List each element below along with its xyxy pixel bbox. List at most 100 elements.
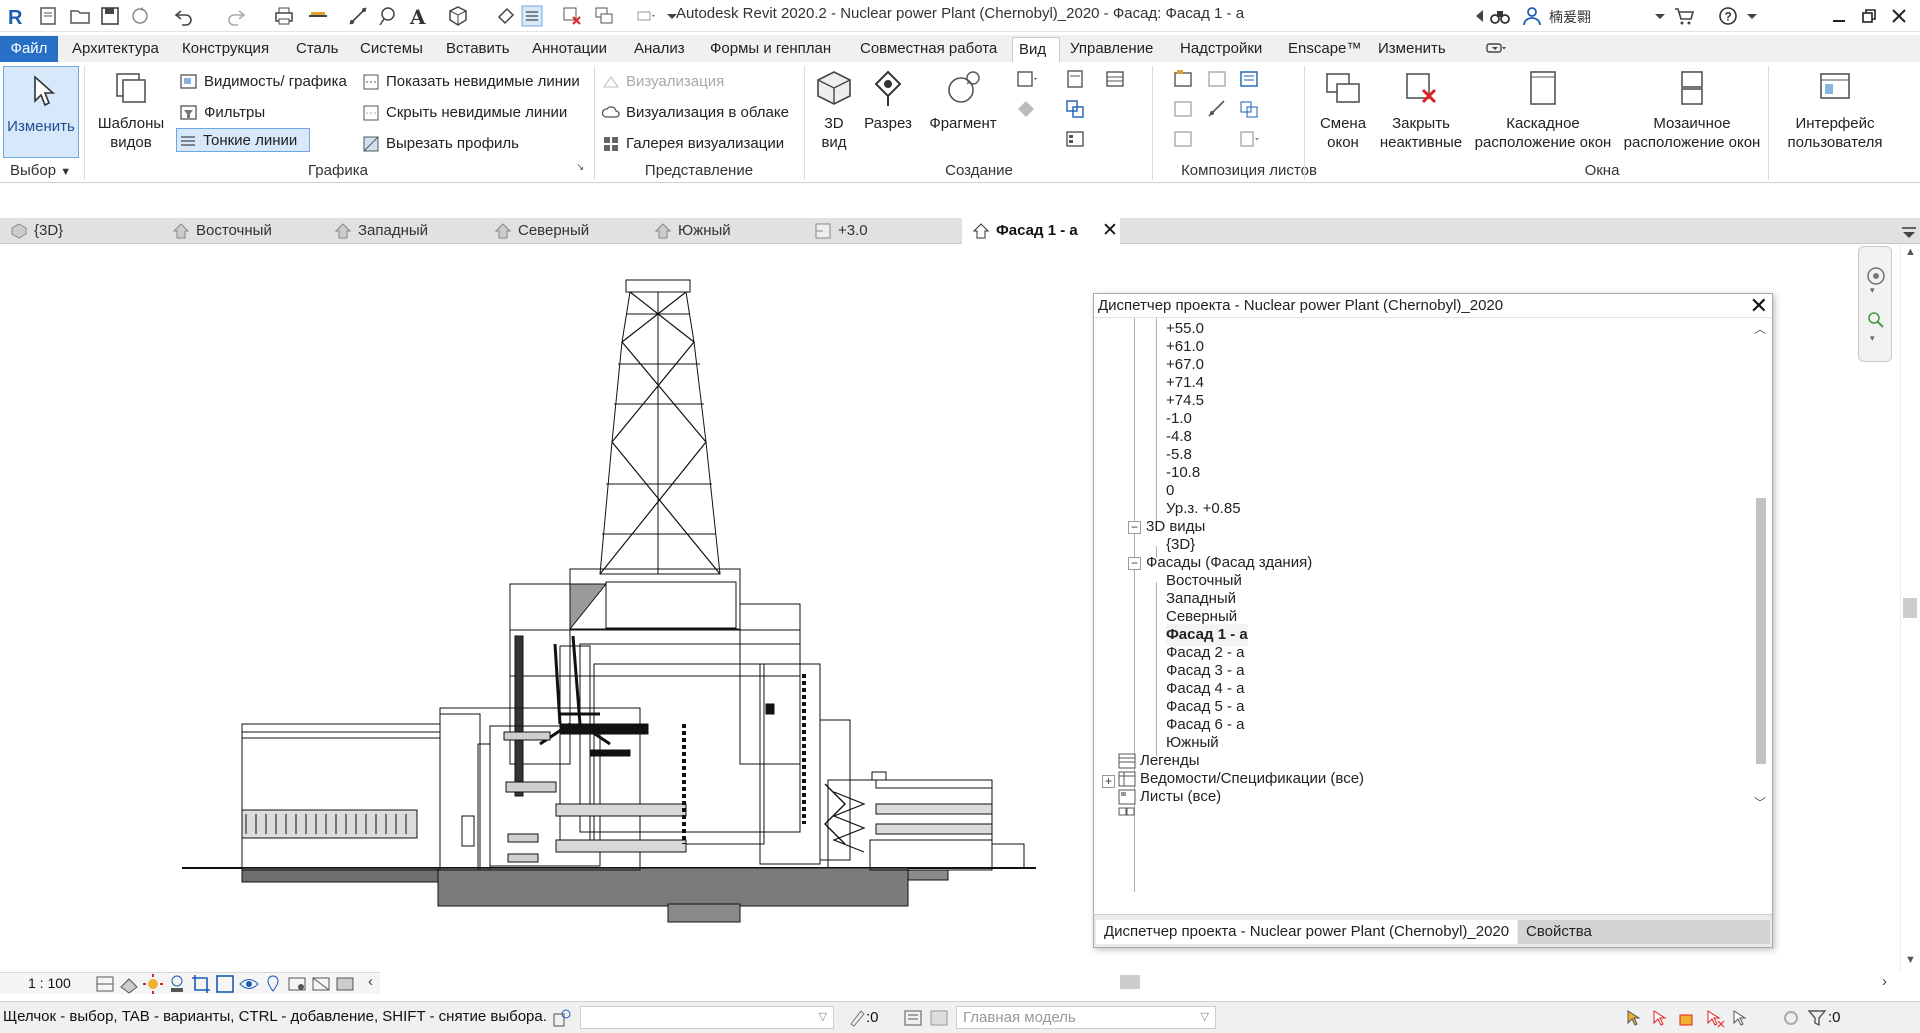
plan-views-icon[interactable] bbox=[1015, 68, 1037, 90]
exclude-options-icon[interactable] bbox=[928, 1007, 950, 1029]
show-hidden-lines-button[interactable]: Показать невидимые линии bbox=[360, 70, 580, 94]
tab-architecture[interactable]: Архитектура bbox=[66, 37, 165, 61]
h-scroll-thumb[interactable] bbox=[1120, 975, 1140, 989]
tab-view[interactable]: Вид bbox=[1012, 37, 1060, 64]
legends-icon[interactable] bbox=[1064, 128, 1086, 150]
default-3d-view-icon[interactable] bbox=[446, 4, 470, 28]
temporary-hide-icon[interactable] bbox=[238, 973, 259, 991]
design-option-selector[interactable]: Главная модель ▽ bbox=[956, 1006, 1216, 1029]
panel-select-label[interactable]: Выбор ▼ bbox=[0, 160, 80, 182]
user-account-icon[interactable] bbox=[1520, 4, 1544, 28]
switch-windows-button[interactable]: Смена окон bbox=[1310, 66, 1376, 152]
canvas-horizontal-scrollbar[interactable]: › bbox=[380, 973, 1900, 993]
redo-icon[interactable] bbox=[224, 4, 248, 28]
tree-collapse-toggle[interactable]: − bbox=[1128, 557, 1141, 570]
help-dropdown-icon[interactable] bbox=[1740, 4, 1764, 28]
doc-tab-3d[interactable]: {3D} bbox=[0, 218, 162, 244]
thin-lines-button[interactable]: Тонкие линии bbox=[176, 128, 310, 152]
thin-lines-icon[interactable] bbox=[520, 4, 544, 28]
tab-file[interactable]: Файл bbox=[0, 36, 58, 62]
scroll-right-icon[interactable]: › bbox=[1882, 973, 1887, 990]
zoom-region-icon[interactable] bbox=[1865, 309, 1887, 331]
modify-button[interactable]: Изменить bbox=[3, 66, 79, 158]
section-button[interactable]: Разрез bbox=[860, 66, 916, 133]
viewports-icon[interactable] bbox=[1172, 128, 1194, 150]
tree-sheets[interactable]: Листы (все) bbox=[1140, 786, 1221, 808]
user-interface-button[interactable]: Интерфейс пользователя bbox=[1776, 66, 1894, 152]
tab-insert[interactable]: Вставить bbox=[440, 37, 516, 61]
crop-view-icon[interactable] bbox=[190, 973, 210, 993]
scroll-up-icon[interactable]: ︿ bbox=[1754, 320, 1766, 337]
browser-scrollbar[interactable]: ︿ ﹀ bbox=[1748, 318, 1772, 914]
revisions-icon[interactable] bbox=[1238, 68, 1260, 90]
drag-elements-icon[interactable] bbox=[1730, 1007, 1752, 1029]
doc-tab-level[interactable]: +3.0 bbox=[804, 218, 962, 244]
render-button[interactable]: Визуализация bbox=[600, 70, 724, 94]
close-icon[interactable]: ✕ bbox=[1750, 295, 1768, 317]
nav-dropdown-icon[interactable]: ▾ bbox=[1870, 285, 1875, 296]
title-block-icon[interactable] bbox=[1206, 68, 1228, 90]
filters-button[interactable]: Фильтры bbox=[178, 101, 265, 125]
open-folder-icon[interactable] bbox=[68, 4, 92, 28]
close-window-button[interactable] bbox=[1882, 2, 1916, 30]
visibility-graphics-button[interactable]: Видимость/ графика bbox=[178, 70, 347, 94]
project-browser-title[interactable]: Диспетчер проекта - Nuclear power Plant … bbox=[1094, 294, 1772, 318]
editable-only-icon[interactable] bbox=[846, 1007, 868, 1029]
background-process-icon[interactable] bbox=[1780, 1007, 1802, 1029]
tab-massing-site[interactable]: Формы и генплан bbox=[704, 37, 837, 61]
select-links-icon[interactable] bbox=[1624, 1007, 1646, 1029]
tag-icon[interactable] bbox=[376, 4, 400, 28]
cut-profile-button[interactable]: Вырезать профиль bbox=[360, 132, 519, 156]
sun-path-icon[interactable] bbox=[142, 973, 163, 994]
footer-tab-properties[interactable]: Свойства bbox=[1518, 920, 1770, 944]
shadows-icon[interactable] bbox=[166, 973, 184, 992]
close-tab-icon[interactable]: ✕ bbox=[1102, 218, 1118, 244]
select-by-face-icon[interactable] bbox=[1704, 1007, 1726, 1029]
callout-button[interactable]: Фрагмент bbox=[922, 66, 1004, 133]
minimize-button[interactable] bbox=[1822, 2, 1856, 30]
view-scale[interactable]: 1 : 100 bbox=[28, 975, 71, 991]
zoom-dropdown-icon[interactable]: ▾ bbox=[1870, 333, 1875, 344]
print-icon[interactable] bbox=[272, 4, 296, 28]
sync-icon[interactable] bbox=[128, 4, 152, 28]
steering-wheel-icon[interactable] bbox=[1865, 265, 1887, 287]
matchline-icon[interactable] bbox=[1206, 98, 1228, 120]
user-dropdown-icon[interactable] bbox=[1648, 4, 1672, 28]
restore-button[interactable] bbox=[1852, 2, 1886, 30]
revit-logo-icon[interactable]: R bbox=[4, 4, 28, 28]
help-icon[interactable]: ? bbox=[1716, 4, 1740, 28]
guide-grid-icon[interactable] bbox=[1172, 98, 1194, 120]
store-cart-icon[interactable] bbox=[1672, 4, 1696, 28]
tab-analyze[interactable]: Анализ bbox=[628, 37, 691, 61]
visual-style-icon[interactable] bbox=[118, 973, 138, 994]
worksharing-icon[interactable] bbox=[551, 1007, 573, 1029]
tab-enscape[interactable]: Enscape™ bbox=[1282, 37, 1367, 61]
render-gallery-button[interactable]: Галерея визуализации bbox=[600, 132, 784, 156]
text-icon[interactable]: A bbox=[406, 4, 430, 28]
save-icon[interactable] bbox=[98, 4, 122, 28]
elevation-icon[interactable] bbox=[1015, 98, 1037, 120]
tab-structure[interactable]: Конструкция bbox=[176, 37, 275, 61]
workset-selector[interactable]: ▽ bbox=[580, 1006, 834, 1029]
cascade-windows-button[interactable]: Каскадное расположение окон bbox=[1470, 66, 1616, 152]
tree-expand-toggle[interactable]: + bbox=[1102, 775, 1115, 788]
open-document-icon[interactable] bbox=[36, 4, 60, 28]
scroll-up-icon[interactable]: ▲ bbox=[1905, 246, 1916, 258]
design-options-icon[interactable] bbox=[902, 1007, 924, 1029]
graphics-dialog-launcher-icon[interactable]: ↘ bbox=[576, 162, 588, 174]
remove-hidden-lines-button[interactable]: Скрыть невидимые линии bbox=[360, 101, 567, 125]
tree-collapse-toggle[interactable]: − bbox=[1128, 521, 1141, 534]
scroll-left-icon[interactable]: ‹ bbox=[368, 973, 373, 990]
close-inactive-button[interactable]: Закрыть неактивные bbox=[1378, 66, 1464, 152]
binoculars-icon[interactable] bbox=[1488, 4, 1512, 28]
show-crop-icon[interactable] bbox=[214, 973, 234, 993]
temporary-view-properties-icon[interactable] bbox=[286, 973, 306, 991]
view-reference-icon[interactable] bbox=[1238, 98, 1260, 120]
doc-tab-east[interactable]: Восточный bbox=[162, 218, 324, 244]
measure-icon[interactable] bbox=[306, 4, 330, 28]
undo-icon[interactable] bbox=[172, 4, 196, 28]
sheet-icon[interactable] bbox=[1172, 68, 1194, 90]
user-name[interactable]: 楠爰翾 bbox=[1549, 7, 1591, 27]
drafting-view-icon[interactable] bbox=[1064, 68, 1086, 90]
reveal-hidden-icon[interactable] bbox=[262, 973, 280, 992]
